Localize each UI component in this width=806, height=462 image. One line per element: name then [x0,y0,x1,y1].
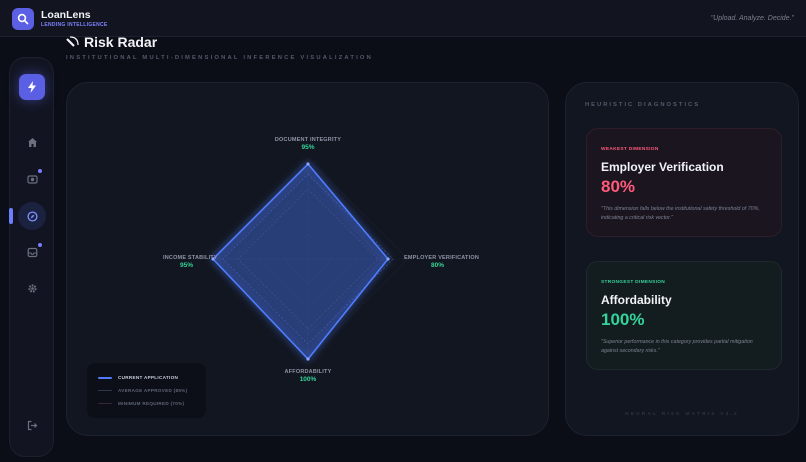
logout-icon[interactable] [23,416,41,434]
axis-value-document-integrity: 95% [301,144,315,151]
legend-item-average: AVERAGE APPROVED (85%) [98,388,187,393]
card-description: "Superior performance in this category p… [601,339,753,354]
card-tag: STRONGEST DIMENSION [601,280,666,285]
legend-item-current: CURRENT APPLICATION [98,375,178,380]
home-icon[interactable] [23,133,41,151]
card-value: 80% [601,177,636,196]
axis-value-affordability: 100% [299,376,317,383]
legend-swatch [98,403,112,404]
data-point-2 [306,357,310,361]
axis-label-income-stability: INCOME STABILITY [163,255,218,261]
app-tagline: "Upload. Analyze. Decide." [710,15,794,22]
legend-label: CURRENT APPLICATION [118,375,179,380]
axis-label-employer-verification: EMPLOYER VERIFICATION [404,255,479,261]
bolt-icon[interactable] [19,74,45,100]
compass-icon[interactable] [23,207,41,225]
card-tag: WEAKEST DIMENSION [601,147,659,152]
page-title-text: Risk Radar [84,34,158,50]
data-point-1 [386,257,390,261]
card-description: "This dimension falls below the institut… [601,206,760,221]
notification-dot [38,169,42,173]
series-current-application [211,162,390,361]
radar-panel: DOCUMENT INTEGRITY 95% EMPLOYER VERIFICA… [66,82,549,436]
page-title: Risk Radar [66,34,157,50]
active-indicator [9,208,13,224]
legend-label: MINIMUM REQUIRED (70%) [118,401,185,406]
axis-value-employer-verification: 80% [431,262,445,269]
chart-legend: CURRENT APPLICATION AVERAGE APPROVED (85… [87,363,206,418]
diagnostics-heading: HEURISTIC DIAGNOSTICS [585,102,701,108]
notification-dot [38,243,42,247]
data-point-0 [306,162,310,166]
diagnostics-panel: HEURISTIC DIAGNOSTICS WEAKEST DIMENSION … [565,82,799,436]
app-name: LoanLens [41,9,91,21]
diagnostics-footer: NEURAL RISK MATRIX V4.2 [625,412,739,417]
strongest-dimension-card: STRONGEST DIMENSION Affordability 100% "… [586,261,782,370]
axis-label-document-integrity: DOCUMENT INTEGRITY [274,137,342,143]
card-title: Employer Verification [601,160,724,174]
card-title: Affordability [601,293,672,307]
sidebar [9,57,54,457]
legend-swatch [98,376,112,379]
weakest-dimension-card: WEAKEST DIMENSION Employer Verification … [586,128,782,237]
page-subtitle: INSTITUTIONAL MULTI-DIMENSIONAL INFERENC… [66,55,374,61]
legend-label: AVERAGE APPROVED (85%) [118,388,188,393]
top-bar: LoanLens LENDING INTELLIGENCE "Upload. A… [0,0,806,37]
legend-swatch [98,390,112,391]
app-subtitle: LENDING INTELLIGENCE [41,22,108,28]
axis-value-income-stability: 95% [180,262,194,269]
gear-icon[interactable] [23,279,41,297]
logo-search-icon[interactable] [12,8,34,30]
axis-label-affordability: AFFORDABILITY [284,369,332,375]
legend-item-minimum: MINIMUM REQUIRED (70%) [98,401,184,406]
card-value: 100% [601,310,645,329]
satellite-icon [66,36,79,47]
